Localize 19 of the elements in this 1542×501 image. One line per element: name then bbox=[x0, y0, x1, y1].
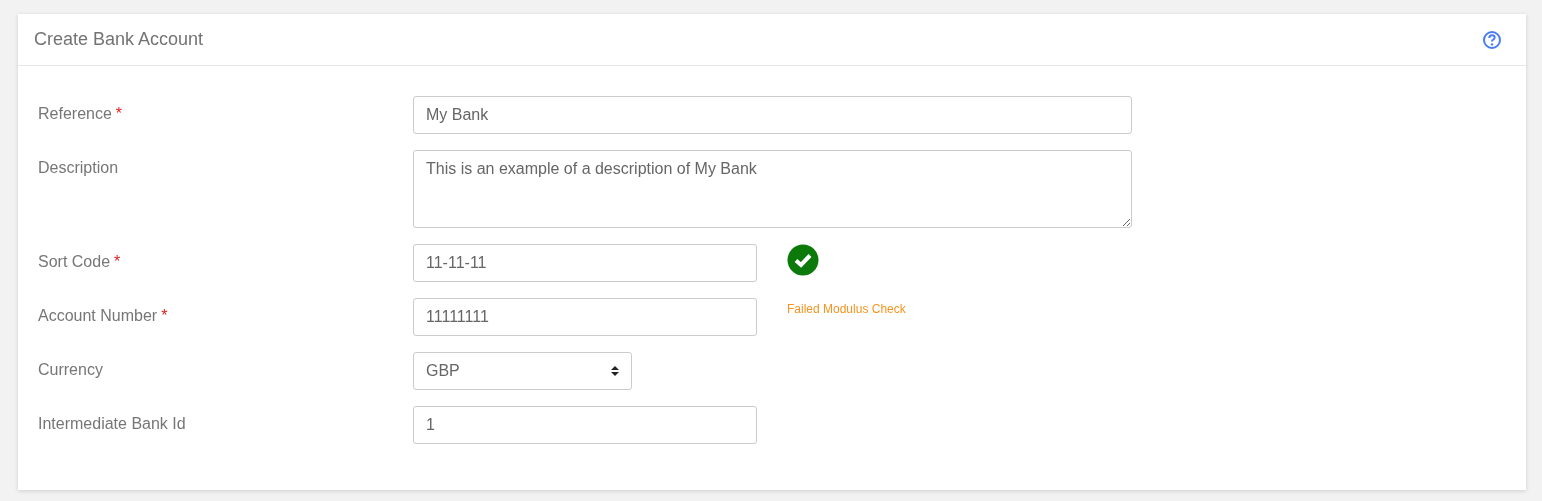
required-asterisk: * bbox=[114, 253, 121, 271]
field-label: Account Number bbox=[38, 307, 158, 325]
sort-caret-icon bbox=[611, 365, 619, 377]
field-label: Sort Code bbox=[38, 253, 111, 271]
field-label: Description bbox=[38, 159, 119, 177]
currency-select[interactable]: GBP bbox=[413, 352, 632, 390]
field-label: Currency bbox=[38, 361, 103, 379]
required-asterisk: * bbox=[115, 105, 123, 123]
input-field[interactable]: 1 bbox=[413, 406, 757, 444]
field-label: Intermediate Bank Id bbox=[38, 415, 186, 433]
panel-title: Create Bank Account bbox=[34, 29, 204, 50]
input-field[interactable]: 11-11-11 bbox=[413, 244, 757, 282]
validation-message: Failed Modulus Check bbox=[787, 302, 906, 316]
input-field[interactable]: 11111111 bbox=[413, 298, 757, 336]
field-label: Reference bbox=[38, 105, 112, 123]
description-field[interactable]: This is an example of a description of My Bank bbox=[413, 150, 1132, 228]
required-asterisk: * bbox=[161, 307, 168, 325]
help-icon[interactable] bbox=[1482, 29, 1502, 50]
input-field[interactable]: My Bank bbox=[413, 96, 1132, 134]
